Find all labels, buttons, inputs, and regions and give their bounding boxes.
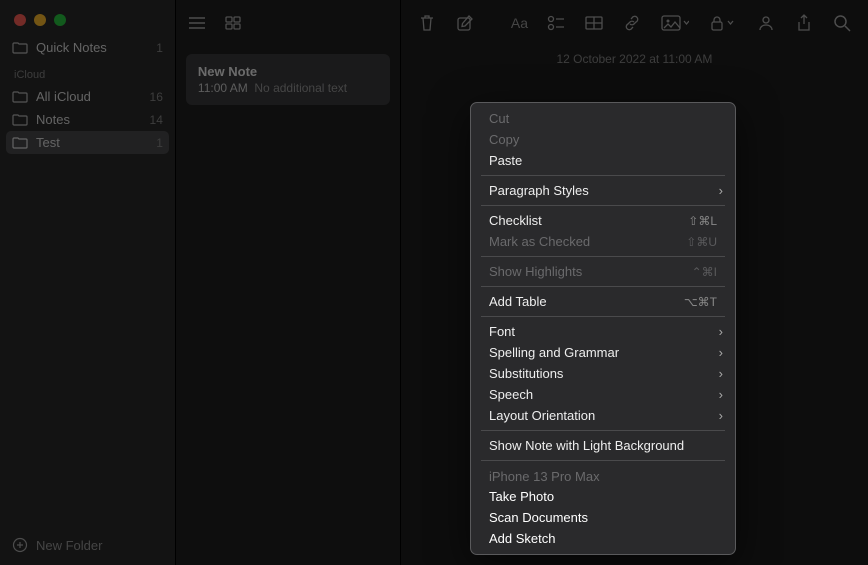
menu-item-paste[interactable]: Paste (471, 150, 735, 171)
editor-toolbar: Aa (401, 0, 868, 46)
minimize-window-button[interactable] (34, 14, 46, 26)
chevron-right-icon: › (719, 408, 723, 423)
menu-separator (481, 316, 725, 317)
sidebar-item-count: 1 (156, 136, 163, 150)
sidebar-item-label: Notes (36, 112, 150, 127)
menu-item-mark-checked: Mark as Checked⇧⌘U (471, 231, 735, 252)
menu-separator (481, 256, 725, 257)
sidebar-item-all-icloud[interactable]: All iCloud 16 (0, 85, 175, 108)
menu-item-light-background[interactable]: Show Note with Light Background (471, 435, 735, 456)
sidebar-section-header: iCloud (0, 59, 175, 85)
note-time: 11:00 AM (198, 81, 248, 95)
menu-item-add-table[interactable]: Add Table⌥⌘T (471, 291, 735, 312)
menu-item-checklist[interactable]: Checklist⇧⌘L (471, 210, 735, 231)
menu-item-scan-documents[interactable]: Scan Documents (471, 507, 735, 528)
menu-item-layout-orientation[interactable]: Layout Orientation› (471, 405, 735, 426)
sidebar-item-test[interactable]: Test 1 (6, 131, 169, 154)
folder-icon (12, 113, 28, 127)
note-preview: No additional text (254, 81, 347, 95)
menu-item-spelling[interactable]: Spelling and Grammar› (471, 342, 735, 363)
sidebar-item-count: 14 (150, 113, 163, 127)
menu-separator (481, 286, 725, 287)
context-menu: Cut Copy Paste Paragraph Styles› Checkli… (470, 102, 736, 555)
delete-icon[interactable] (417, 13, 437, 33)
menu-item-copy: Copy (471, 129, 735, 150)
media-icon[interactable] (660, 13, 690, 33)
menu-item-add-sketch[interactable]: Add Sketch (471, 528, 735, 549)
collaborate-icon[interactable] (756, 13, 776, 33)
notelist-toolbar (176, 0, 400, 46)
new-folder-label: New Folder (36, 538, 102, 553)
menu-device-header: iPhone 13 Pro Max (471, 465, 735, 486)
checklist-icon[interactable] (546, 13, 566, 33)
menu-item-substitutions[interactable]: Substitutions› (471, 363, 735, 384)
chevron-right-icon: › (719, 345, 723, 360)
note-title: New Note (198, 64, 378, 79)
menu-separator (481, 430, 725, 431)
note-subtitle: 11:00 AM No additional text (198, 81, 378, 95)
link-icon[interactable] (622, 13, 642, 33)
format-button[interactable]: Aa (511, 13, 528, 33)
sidebar: Quick Notes 1 iCloud All iCloud 16 Notes… (0, 0, 176, 565)
menu-separator (481, 175, 725, 176)
menu-item-cut: Cut (471, 108, 735, 129)
fullscreen-window-button[interactable] (54, 14, 66, 26)
new-folder-button[interactable]: New Folder (0, 525, 175, 565)
sidebar-item-label: Test (36, 135, 156, 150)
folder-icon (12, 41, 28, 55)
menu-separator (481, 460, 725, 461)
sidebar-item-notes[interactable]: Notes 14 (0, 108, 175, 131)
chevron-right-icon: › (719, 366, 723, 381)
menu-item-show-highlights: Show Highlights⌃⌘I (471, 261, 735, 282)
chevron-right-icon: › (719, 387, 723, 402)
menu-item-speech[interactable]: Speech› (471, 384, 735, 405)
search-icon[interactable] (832, 13, 852, 33)
folder-icon (12, 136, 28, 150)
menu-item-paragraph-styles[interactable]: Paragraph Styles› (471, 180, 735, 201)
sidebar-item-label: Quick Notes (36, 40, 156, 55)
sidebar-item-label: All iCloud (36, 89, 150, 104)
note-list-pane: New Note 11:00 AM No additional text (176, 0, 401, 565)
sidebar-item-quick-notes[interactable]: Quick Notes 1 (0, 36, 175, 59)
gallery-view-icon[interactable] (222, 12, 244, 34)
compose-icon[interactable] (455, 13, 475, 33)
chevron-right-icon: › (719, 324, 723, 339)
sidebar-item-count: 1 (156, 41, 163, 55)
sidebar-item-count: 16 (150, 90, 163, 104)
lock-icon[interactable] (708, 13, 738, 33)
list-view-icon[interactable] (186, 12, 208, 34)
folder-icon (12, 90, 28, 104)
share-icon[interactable] (794, 13, 814, 33)
table-icon[interactable] (584, 13, 604, 33)
chevron-right-icon: › (719, 183, 723, 198)
menu-item-take-photo[interactable]: Take Photo (471, 486, 735, 507)
menu-item-font[interactable]: Font› (471, 321, 735, 342)
close-window-button[interactable] (14, 14, 26, 26)
note-card[interactable]: New Note 11:00 AM No additional text (186, 54, 390, 105)
note-date-line: 12 October 2022 at 11:00 AM (401, 52, 868, 66)
menu-separator (481, 205, 725, 206)
window-controls (0, 0, 175, 36)
